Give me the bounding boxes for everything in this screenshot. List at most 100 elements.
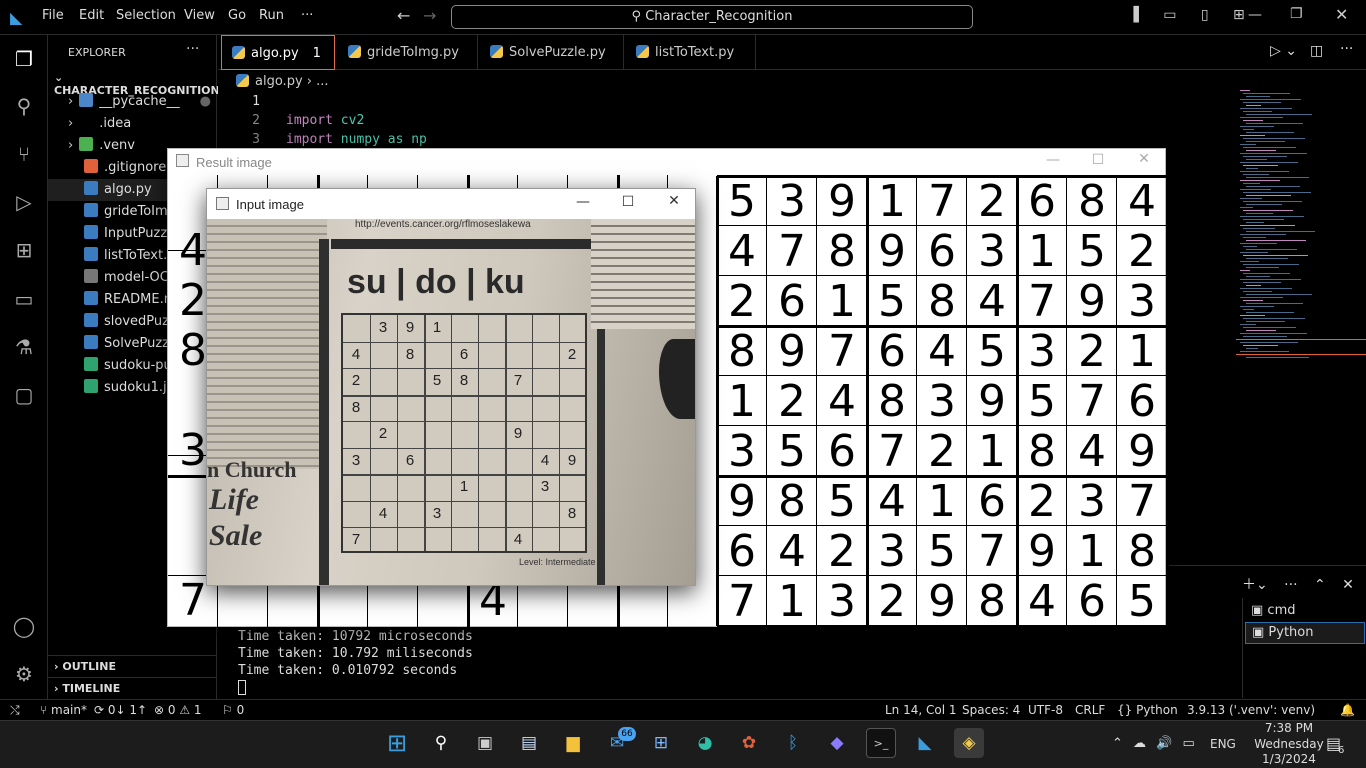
python-taskbar-icon[interactable]: ◈ [954, 728, 984, 758]
language-indicator[interactable]: ENG [1210, 737, 1236, 751]
session-python[interactable]: ▣ Python [1245, 622, 1365, 644]
ports-status[interactable]: ⚐ 0 [222, 700, 244, 720]
extensions-icon[interactable]: ⊞ [10, 236, 38, 264]
minimap[interactable] [1236, 90, 1366, 380]
tree-item[interactable]: › __pycache__ ● [48, 91, 217, 113]
account-icon[interactable]: ◯ [10, 612, 38, 640]
solved-cell: 5 [828, 476, 856, 527]
photo-cell: 9 [567, 451, 577, 469]
start-button[interactable]: ⊞ [382, 728, 412, 758]
minimize-button[interactable]: — [1038, 152, 1068, 168]
close-button[interactable]: ✕ [1335, 5, 1348, 24]
maximize-button[interactable]: ☐ [1083, 152, 1113, 168]
minimize-button[interactable]: — [1248, 7, 1262, 23]
language-status[interactable]: {} Python [1117, 700, 1178, 720]
tab-listtotext[interactable]: listToText.py [626, 35, 756, 70]
menu-run[interactable]: Run [259, 8, 284, 23]
photo-cell [451, 315, 477, 341]
app-icon[interactable]: ◆ [822, 728, 852, 758]
back-arrow-icon[interactable]: ← [397, 6, 410, 25]
sync-status[interactable]: ⟳ 0↓ 1↑ [94, 700, 147, 720]
split-editor-icon[interactable]: ◫ [1310, 43, 1323, 59]
minimap-line [1240, 225, 1295, 226]
store-icon[interactable]: ⊞ [646, 728, 676, 758]
task-view-icon[interactable]: ▣ [470, 728, 500, 758]
editor-more-icon[interactable]: ··· [1340, 41, 1353, 57]
solved-cell: 3 [778, 176, 806, 227]
grid-line [1116, 176, 1117, 626]
explorer-more-icon[interactable]: ··· [186, 41, 199, 57]
tab-solvepuzzle[interactable]: SolvePuzzle.py [480, 35, 624, 70]
vscode-taskbar-icon[interactable]: ◣ [910, 728, 940, 758]
tray-icons[interactable]: ⌃ ☁ 🔊 ▭ [1112, 736, 1195, 751]
photo-cell: 8 [459, 372, 469, 389]
remote-icon[interactable]: ⤭ [10, 700, 20, 720]
photo-grid-line [343, 500, 585, 502]
tab-algo[interactable]: algo.py 1 [221, 35, 335, 70]
solved-cell: 7 [1128, 476, 1156, 527]
photo-cell [478, 501, 504, 527]
minimap-line [1246, 105, 1261, 106]
eol-status[interactable]: CRLF [1075, 700, 1105, 720]
run-python-button[interactable]: ▷ ⌄ [1270, 43, 1297, 59]
notifications-bell-icon[interactable]: 🔔 [1340, 700, 1355, 720]
menu-file[interactable]: File [42, 8, 64, 23]
tree-item[interactable]: › .idea [48, 113, 217, 135]
file-icon [84, 247, 98, 261]
bluetooth-icon[interactable]: ᛒ [778, 728, 808, 758]
paint-icon[interactable]: ✿ [734, 728, 764, 758]
branch-status[interactable]: ⑂ main* [40, 700, 87, 720]
chat-icon[interactable]: ▢ [10, 381, 38, 409]
solved-cell: 8 [728, 326, 756, 377]
vertical-banner [319, 239, 329, 585]
menu-view[interactable]: View [184, 8, 215, 23]
minimap-line [1240, 297, 1283, 298]
menu-selection[interactable]: Selection [116, 8, 176, 23]
line-number: 2 [252, 113, 260, 128]
settings-gear-icon[interactable]: ⚙ [10, 660, 38, 688]
menu-moremoremore[interactable]: ··· [301, 8, 313, 23]
remote-explorer-icon[interactable]: ▭ [10, 285, 38, 313]
maximize-button[interactable]: ☐ [613, 194, 643, 210]
clock-time[interactable]: 7:38 PM [1254, 721, 1324, 735]
menu-go[interactable]: Go [228, 8, 246, 23]
minimap-line [1240, 153, 1307, 154]
chevron-right-icon: › [68, 138, 74, 153]
explorer-icon[interactable]: ❐ [10, 45, 38, 73]
right-column-text [591, 219, 695, 329]
edge-icon[interactable]: ◕ [690, 728, 720, 758]
search-icon[interactable]: ⚲ [10, 92, 38, 120]
search-icon[interactable]: ⚲ [426, 728, 456, 758]
layout-toggle-icons[interactable]: ▐ ▭ ▯ ⊞ [1128, 7, 1255, 23]
restore-button[interactable]: ❐ [1290, 6, 1303, 22]
grid-line [717, 525, 1167, 526]
close-button[interactable]: ✕ [659, 193, 689, 209]
command-center[interactable]: ⚲ Character_Recognition [451, 5, 973, 29]
terminal-icon[interactable]: >_ [866, 728, 896, 758]
run-debug-icon[interactable]: ▷ [10, 188, 38, 216]
file-explorer-icon[interactable]: ▆ [558, 728, 588, 758]
close-button[interactable]: ✕ [1129, 151, 1159, 167]
input-image-window[interactable]: Input image — ☐ ✕ http://events.cancer.o… [206, 188, 696, 586]
interpreter-status[interactable]: 3.9.13 ('.venv': venv) [1187, 700, 1315, 720]
grid-line [717, 225, 1167, 226]
grid-line [717, 575, 1167, 576]
outline-section[interactable]: › OUTLINE [48, 655, 217, 677]
testing-icon[interactable]: ⚗ [10, 333, 38, 361]
file-icon [84, 203, 98, 217]
session-cmd[interactable]: ▣ cmd [1245, 600, 1365, 622]
tab-gridetoimg[interactable]: grideToImg.py [338, 35, 478, 70]
menu-edit[interactable]: Edit [79, 8, 104, 23]
identifier: numpy as np [332, 132, 427, 147]
search-icon: ⚲ [631, 9, 646, 24]
problems-status[interactable]: ⊗ 0 ⚠ 1 [154, 700, 202, 720]
source-control-icon[interactable]: ⑂ [10, 140, 38, 168]
minimize-button[interactable]: — [568, 194, 598, 210]
church-text: n Church [207, 457, 297, 482]
encoding-status[interactable]: UTF-8 [1028, 700, 1063, 720]
widgets-icon[interactable]: ▤ [514, 728, 544, 758]
indent-status[interactable]: Spaces: 4 [962, 700, 1020, 720]
cursor-position[interactable]: Ln 14, Col 1 [885, 700, 957, 720]
forward-arrow-icon[interactable]: → [423, 6, 436, 25]
timeline-section[interactable]: › TIMELINE [48, 677, 217, 699]
